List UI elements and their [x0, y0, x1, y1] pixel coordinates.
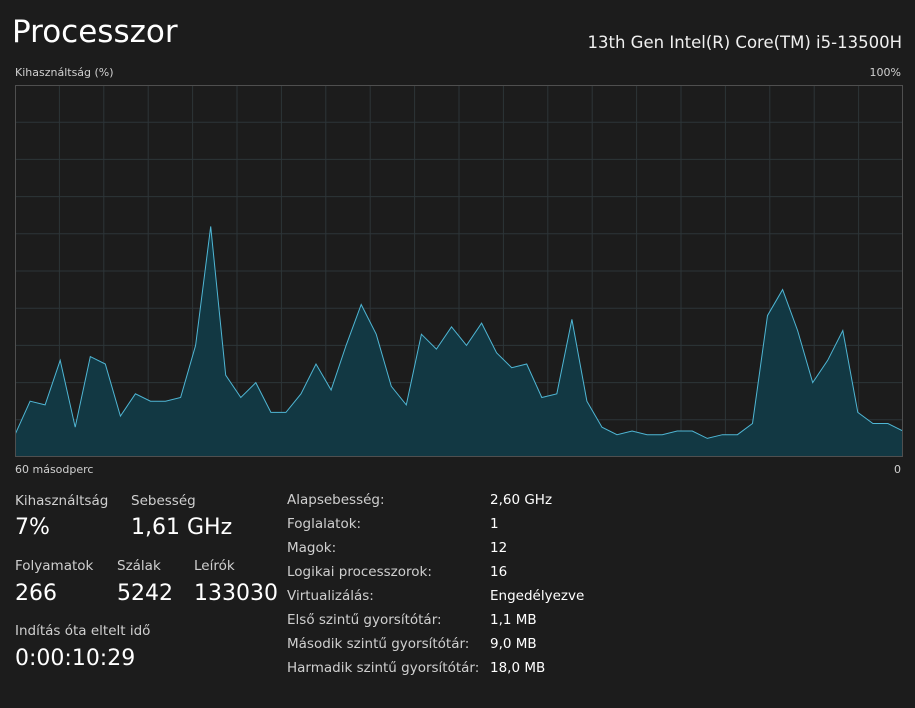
graph-x-right-label: 0 [894, 463, 901, 476]
speed-value: 1,61 GHz [131, 515, 233, 540]
page-title: Processzor [12, 14, 178, 50]
graph-x-left-label: 60 másodperc [15, 463, 94, 476]
utilization-label: Kihasználtság [15, 493, 109, 509]
processes-label: Folyamatok [15, 558, 94, 574]
spec-value: 16 [490, 564, 508, 580]
spec-key: Első szintű gyorsítótár: [287, 612, 442, 628]
spec-key: Foglalatok: [287, 516, 362, 532]
spec-key: Alapsebesség: [287, 492, 385, 508]
speed-label: Sebesség [131, 493, 196, 509]
spec-key: Magok: [287, 540, 337, 556]
threads-value: 5242 [117, 581, 173, 606]
processes-value: 266 [15, 581, 57, 606]
cpu-utilization-graph [15, 85, 903, 457]
uptime-label: Indítás óta eltelt idő [15, 623, 151, 639]
cpu-model-name: 13th Gen Intel(R) Core(TM) i5-13500H [587, 33, 902, 52]
spec-key: Harmadik szintű gyorsítótár: [287, 660, 480, 676]
graph-y-axis-label: Kihasználtság (%) [15, 66, 114, 79]
spec-value: 9,0 MB [490, 636, 537, 652]
spec-key: Logikai processzorok: [287, 564, 432, 580]
spec-value: 12 [490, 540, 508, 556]
handles-value: 133030 [194, 581, 278, 606]
spec-value: 18,0 MB [490, 660, 546, 676]
uptime-value: 0:00:10:29 [15, 646, 136, 671]
graph-y-max-label: 100% [869, 66, 901, 79]
spec-value: 2,60 GHz [490, 492, 553, 508]
spec-value: Engedélyezve [490, 588, 585, 604]
spec-key: Második szintű gyorsítótár: [287, 636, 470, 652]
utilization-value: 7% [15, 515, 50, 540]
threads-label: Szálak [117, 558, 161, 574]
spec-value: 1 [490, 516, 499, 532]
spec-key: Virtualizálás: [287, 588, 374, 604]
handles-label: Leírók [194, 558, 235, 574]
spec-value: 1,1 MB [490, 612, 537, 628]
